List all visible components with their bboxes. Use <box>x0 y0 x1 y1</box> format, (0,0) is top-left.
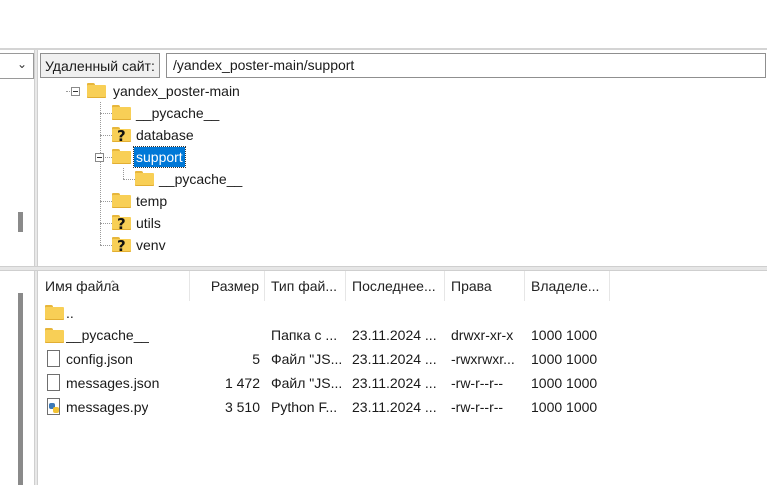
collapse-root-toggle[interactable] <box>71 87 80 96</box>
table-row[interactable]: config.json 5 Файл "JS... 23.11.2024 ...… <box>39 347 767 371</box>
folder-icon <box>87 83 106 98</box>
remote-site-bar: Удаленный сайт: /yandex_poster-main/supp… <box>39 52 767 80</box>
remote-directory-tree: yandex_poster-main __pycache__ ? databas… <box>39 80 767 266</box>
tree-node-label: yandex_poster-main <box>113 83 240 99</box>
column-header-permissions[interactable]: Права <box>445 271 525 301</box>
top-divider <box>0 48 767 50</box>
file-name: .. <box>66 305 74 321</box>
file-size: 5 <box>252 351 260 367</box>
file-permissions: -rwxrwxr... <box>451 351 515 367</box>
file-name: config.json <box>66 351 133 367</box>
tree-node-label: __pycache__ <box>159 171 243 187</box>
file-icon <box>47 350 60 367</box>
file-modified: 23.11.2024 ... <box>352 351 437 367</box>
column-header-type[interactable]: Тип фай... <box>265 271 346 301</box>
table-row[interactable]: messages.py 3 510 Python F... 23.11.2024… <box>39 395 767 419</box>
file-icon <box>47 374 60 391</box>
file-size: 1 472 <box>224 375 260 391</box>
folder-icon <box>112 149 131 164</box>
file-size <box>190 323 260 347</box>
chevron-down-icon[interactable]: ⌄ <box>17 57 27 71</box>
file-permissions: -rw-r--r-- <box>451 375 504 391</box>
column-header-owner[interactable]: Владеле... <box>525 271 610 301</box>
file-type: Папка с ... <box>271 327 338 343</box>
table-row[interactable]: __pycache__ Папка с ... 23.11.2024 ... d… <box>39 323 767 347</box>
sort-ascending-icon: ⌃ <box>109 279 117 289</box>
tree-node-label: utils <box>136 215 161 231</box>
local-tree-scrollbar[interactable] <box>18 212 23 232</box>
tree-node-label: venv <box>136 237 166 253</box>
file-owner: 1000 1000 <box>531 375 598 391</box>
folder-icon <box>112 105 131 120</box>
folder-unknown-icon: ? <box>112 237 131 255</box>
column-header-name[interactable]: ⌃ Имя файла <box>39 271 190 301</box>
collapse-support-toggle[interactable] <box>95 153 104 162</box>
file-list-header: ⌃ Имя файла Размер Тип фай... Последнее..… <box>39 271 767 301</box>
file-name: messages.json <box>66 375 160 391</box>
file-name: messages.py <box>66 399 149 415</box>
folder-icon <box>112 193 131 208</box>
file-owner: 1000 1000 <box>531 327 598 343</box>
toolbar-area <box>0 0 767 48</box>
remote-site-label: Удаленный сайт: <box>40 53 160 78</box>
tree-node-label: support <box>133 146 186 168</box>
file-name: __pycache__ <box>66 327 150 343</box>
local-path-dropdown[interactable]: ⌄ <box>0 53 34 79</box>
folder-unknown-icon: ? <box>112 215 131 233</box>
file-modified: 23.11.2024 ... <box>352 399 437 415</box>
table-row[interactable]: messages.json 1 472 Файл "JS... 23.11.20… <box>39 371 767 395</box>
python-file-icon <box>47 398 61 415</box>
file-permissions: drwxr-xr-x <box>451 327 514 343</box>
tree-node-label: __pycache__ <box>136 105 220 121</box>
folder-icon <box>45 305 64 320</box>
folder-icon <box>45 328 64 343</box>
file-permissions: -rw-r--r-- <box>451 399 504 415</box>
file-owner: 1000 1000 <box>531 351 598 367</box>
file-modified: 23.11.2024 ... <box>352 327 437 343</box>
local-list-scrollbar[interactable] <box>18 293 23 485</box>
file-modified: 23.11.2024 ... <box>352 375 437 391</box>
column-header-size[interactable]: Размер <box>190 271 265 301</box>
tree-node-label: database <box>136 127 194 143</box>
folder-unknown-icon: ? <box>112 127 131 145</box>
file-type: Файл "JS... <box>271 375 343 391</box>
file-owner: 1000 1000 <box>531 399 598 415</box>
tree-node-label: temp <box>136 193 168 209</box>
table-row-parent[interactable]: .. <box>39 301 767 325</box>
remote-path-input[interactable]: /yandex_poster-main/support <box>166 53 766 78</box>
file-type: Python F... <box>271 399 338 415</box>
remote-file-list: ⌃ Имя файла Размер Тип фай... Последнее..… <box>39 271 767 485</box>
column-header-modified[interactable]: Последнее... <box>346 271 445 301</box>
file-size: 3 510 <box>224 399 260 415</box>
folder-icon <box>135 171 154 186</box>
file-type: Файл "JS... <box>271 351 343 367</box>
